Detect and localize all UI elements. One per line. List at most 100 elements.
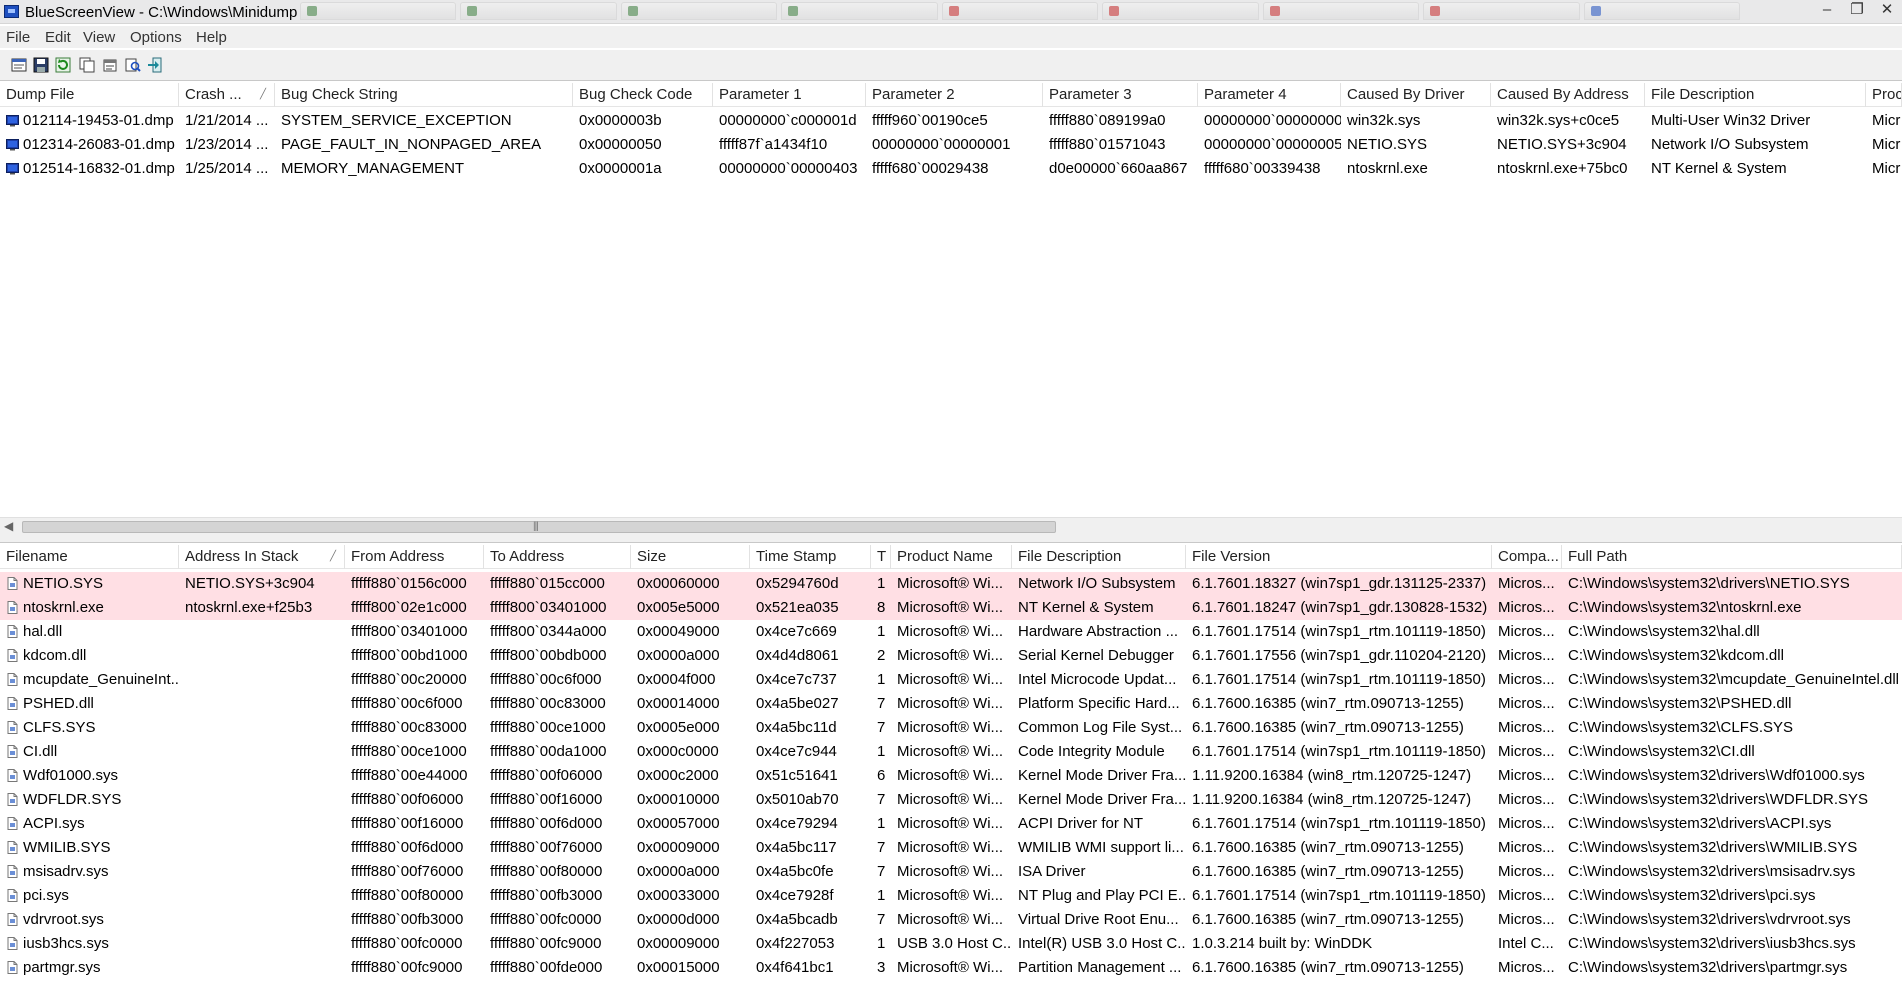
dump-file-row[interactable]: 012514-16832-01.dmp 1/25/2014 ... MEMORY_M… xyxy=(0,157,1902,181)
cell-file-description: Network I/O Subsystem xyxy=(1651,136,1809,153)
cell-file-version: 1.11.9200.16384 (win8_rtm.120725-1247) xyxy=(1192,791,1472,808)
driver-row[interactable]: msisadrv.sys fffff880`00f76000 fffff880`00… xyxy=(0,860,1902,884)
cell-from-address: fffff880`00c83000 xyxy=(351,719,467,736)
column-header-proc[interactable]: Proc xyxy=(1866,83,1902,107)
menu-view[interactable]: View xyxy=(83,29,115,46)
menu-edit[interactable]: Edit xyxy=(45,29,71,46)
cell-product-name: Microsoft® Wi... xyxy=(897,575,1004,592)
cell-full-path: C:\Windows\system32\PSHED.dll xyxy=(1568,695,1792,712)
driver-row[interactable]: WDFLDR.SYS fffff880`00f06000 fffff880`00f1… xyxy=(0,788,1902,812)
column-header-t[interactable]: T xyxy=(871,545,891,569)
column-header-dump-file[interactable]: Dump File xyxy=(0,83,179,107)
cell-filename: vdrvroot.sys xyxy=(23,911,104,928)
tab-favicon-icon xyxy=(467,6,478,16)
driver-row[interactable]: vdrvroot.sys fffff880`00fb3000 fffff880`00… xyxy=(0,908,1902,932)
maximize-button[interactable]: ❐ xyxy=(1842,0,1872,22)
cell-full-path: C:\Windows\system32\drivers\Wdf01000.sys xyxy=(1568,767,1865,784)
cell-file-description: Multi-User Win32 Driver xyxy=(1651,112,1811,129)
scroll-left-arrow-icon[interactable]: ◀ xyxy=(4,519,13,533)
pane-splitter[interactable] xyxy=(0,535,1902,543)
column-header-parameter-4[interactable]: Parameter 4 xyxy=(1198,83,1341,107)
minimize-button[interactable]: ‒ xyxy=(1812,0,1842,22)
column-header-file-description[interactable]: File Description xyxy=(1645,83,1866,107)
menu-help[interactable]: Help xyxy=(196,29,227,46)
find-button[interactable] xyxy=(124,56,144,75)
html-report-button[interactable] xyxy=(10,56,30,75)
driver-row[interactable]: WMILIB.SYS fffff880`00f6d000 fffff880`00f7… xyxy=(0,836,1902,860)
cell-from-address: fffff880`00fb3000 xyxy=(351,911,464,928)
dump-files-header: Dump File Crash ... ╱ Bug Check String Bug C… xyxy=(0,83,1902,107)
cell-parameter-4: 00000000`00000000 xyxy=(1204,112,1341,129)
cell-to-address: fffff880`00f80000 xyxy=(490,863,603,880)
column-header-product-name[interactable]: Product Name xyxy=(891,545,1012,569)
column-header-full-path[interactable]: Full Path xyxy=(1562,545,1902,569)
column-header-label: Parameter 3 xyxy=(1049,86,1132,103)
column-header-compa[interactable]: Compa... xyxy=(1492,545,1562,569)
column-header-parameter-2[interactable]: Parameter 2 xyxy=(866,83,1043,107)
column-header-file-version[interactable]: File Version xyxy=(1186,545,1492,569)
driver-row[interactable]: partmgr.sys fffff880`00fc9000 fffff880`00f… xyxy=(0,956,1902,980)
column-header-from-address[interactable]: From Address xyxy=(345,545,484,569)
dump-file-row[interactable]: 012114-19453-01.dmp 1/21/2014 ... SYSTEM_S… xyxy=(0,109,1902,133)
driver-row[interactable]: kdcom.dll fffff800`00bd1000 fffff800`00bdb… xyxy=(0,644,1902,668)
scrollbar-thumb[interactable]: ||| xyxy=(22,521,1056,533)
column-header-caused-by-address[interactable]: Caused By Address xyxy=(1491,83,1645,107)
driver-row[interactable]: iusb3hcs.sys fffff880`00fc0000 fffff880`00… xyxy=(0,932,1902,956)
properties-button[interactable] xyxy=(101,56,121,75)
dump-file-row[interactable]: 012314-26083-01.dmp 1/23/2014 ... PAGE_FAU… xyxy=(0,133,1902,157)
cell-time-stamp: 0x4a5be027 xyxy=(756,695,839,712)
background-tab xyxy=(1423,2,1580,20)
column-header-parameter-1[interactable]: Parameter 1 xyxy=(713,83,866,107)
cell-to-address: fffff880`00fc0000 xyxy=(490,911,602,928)
driver-row[interactable]: hal.dll fffff800`03401000 fffff800`0344a00… xyxy=(0,620,1902,644)
tab-favicon-icon xyxy=(1430,6,1441,16)
cell-filename: hal.dll xyxy=(23,623,63,640)
cell-compa: Micros... xyxy=(1498,695,1555,712)
refresh-button[interactable] xyxy=(54,56,74,75)
column-header-bug-check-string[interactable]: Bug Check String xyxy=(275,83,573,107)
column-header-file-description[interactable]: File Description xyxy=(1012,545,1186,569)
menu-file[interactable]: File xyxy=(6,29,30,46)
cell-address-in-stack xyxy=(179,908,345,932)
driver-row[interactable]: ntoskrnl.exe ntoskrnl.exe+f25b3 fffff800`0… xyxy=(0,596,1902,620)
save-button[interactable] xyxy=(32,56,52,75)
cell-full-path: C:\Windows\system32\drivers\WDFLDR.SYS xyxy=(1568,791,1869,808)
column-header-caused-by-driver[interactable]: Caused By Driver xyxy=(1341,83,1491,107)
cell-time-stamp: 0x4ce79294 xyxy=(756,815,838,832)
column-header-label: Time Stamp xyxy=(756,548,837,565)
column-header-parameter-3[interactable]: Parameter 3 xyxy=(1043,83,1198,107)
cell-filename: Wdf01000.sys xyxy=(23,767,119,784)
copy-button[interactable] xyxy=(78,56,98,75)
exit-button[interactable] xyxy=(146,56,166,75)
column-header-size[interactable]: Size xyxy=(631,545,750,569)
column-header-time-stamp[interactable]: Time Stamp xyxy=(750,545,871,569)
close-button[interactable]: ✕ xyxy=(1872,0,1902,22)
column-header-crash[interactable]: Crash ... ╱ xyxy=(179,83,275,107)
driver-row[interactable]: CI.dll fffff880`00ce1000 fffff880`00da1000… xyxy=(0,740,1902,764)
cell-t: 3 xyxy=(877,959,886,976)
menu-options[interactable]: Options xyxy=(130,29,182,46)
cell-compa: Micros... xyxy=(1498,743,1555,760)
column-header-address-in-stack[interactable]: Address In Stack ╱ xyxy=(179,545,345,569)
cell-caused-by-address: NETIO.SYS+3c904 xyxy=(1497,136,1627,153)
cell-full-path: C:\Windows\system32\CI.dll xyxy=(1568,743,1755,760)
column-header-to-address[interactable]: To Address xyxy=(484,545,631,569)
cell-file-description: Code Integrity Module xyxy=(1018,743,1165,760)
dump-files-horizontal-scrollbar[interactable]: ◀ ||| xyxy=(0,517,1902,535)
driver-row[interactable]: PSHED.dll fffff880`00c6f000 fffff880`00c83… xyxy=(0,692,1902,716)
driver-row[interactable]: mcupdate_GenuineInt... fffff880`00c20000 f… xyxy=(0,668,1902,692)
column-header-filename[interactable]: Filename xyxy=(0,545,179,569)
cell-proc: Micr xyxy=(1872,112,1901,129)
driver-row[interactable]: CLFS.SYS fffff880`00c83000 fffff880`00ce10… xyxy=(0,716,1902,740)
driver-row[interactable]: Wdf01000.sys fffff880`00e44000 fffff880`00… xyxy=(0,764,1902,788)
driver-row[interactable]: ACPI.sys fffff880`00f16000 fffff880`00f6d0… xyxy=(0,812,1902,836)
column-header-bug-check-code[interactable]: Bug Check Code xyxy=(573,83,713,107)
cell-from-address: fffff880`00fc0000 xyxy=(351,935,463,952)
driver-row[interactable]: NETIO.SYS NETIO.SYS+3c904 fffff880`0156c00… xyxy=(0,572,1902,596)
tab-favicon-icon xyxy=(627,6,638,16)
cell-dump-file: 012314-26083-01.dmp xyxy=(23,136,175,153)
cell-address-in-stack xyxy=(179,764,345,788)
cell-bug-check-string: SYSTEM_SERVICE_EXCEPTION xyxy=(281,112,512,129)
cell-from-address: fffff800`03401000 xyxy=(351,623,468,640)
driver-row[interactable]: pci.sys fffff880`00f80000 fffff880`00fb300… xyxy=(0,884,1902,908)
